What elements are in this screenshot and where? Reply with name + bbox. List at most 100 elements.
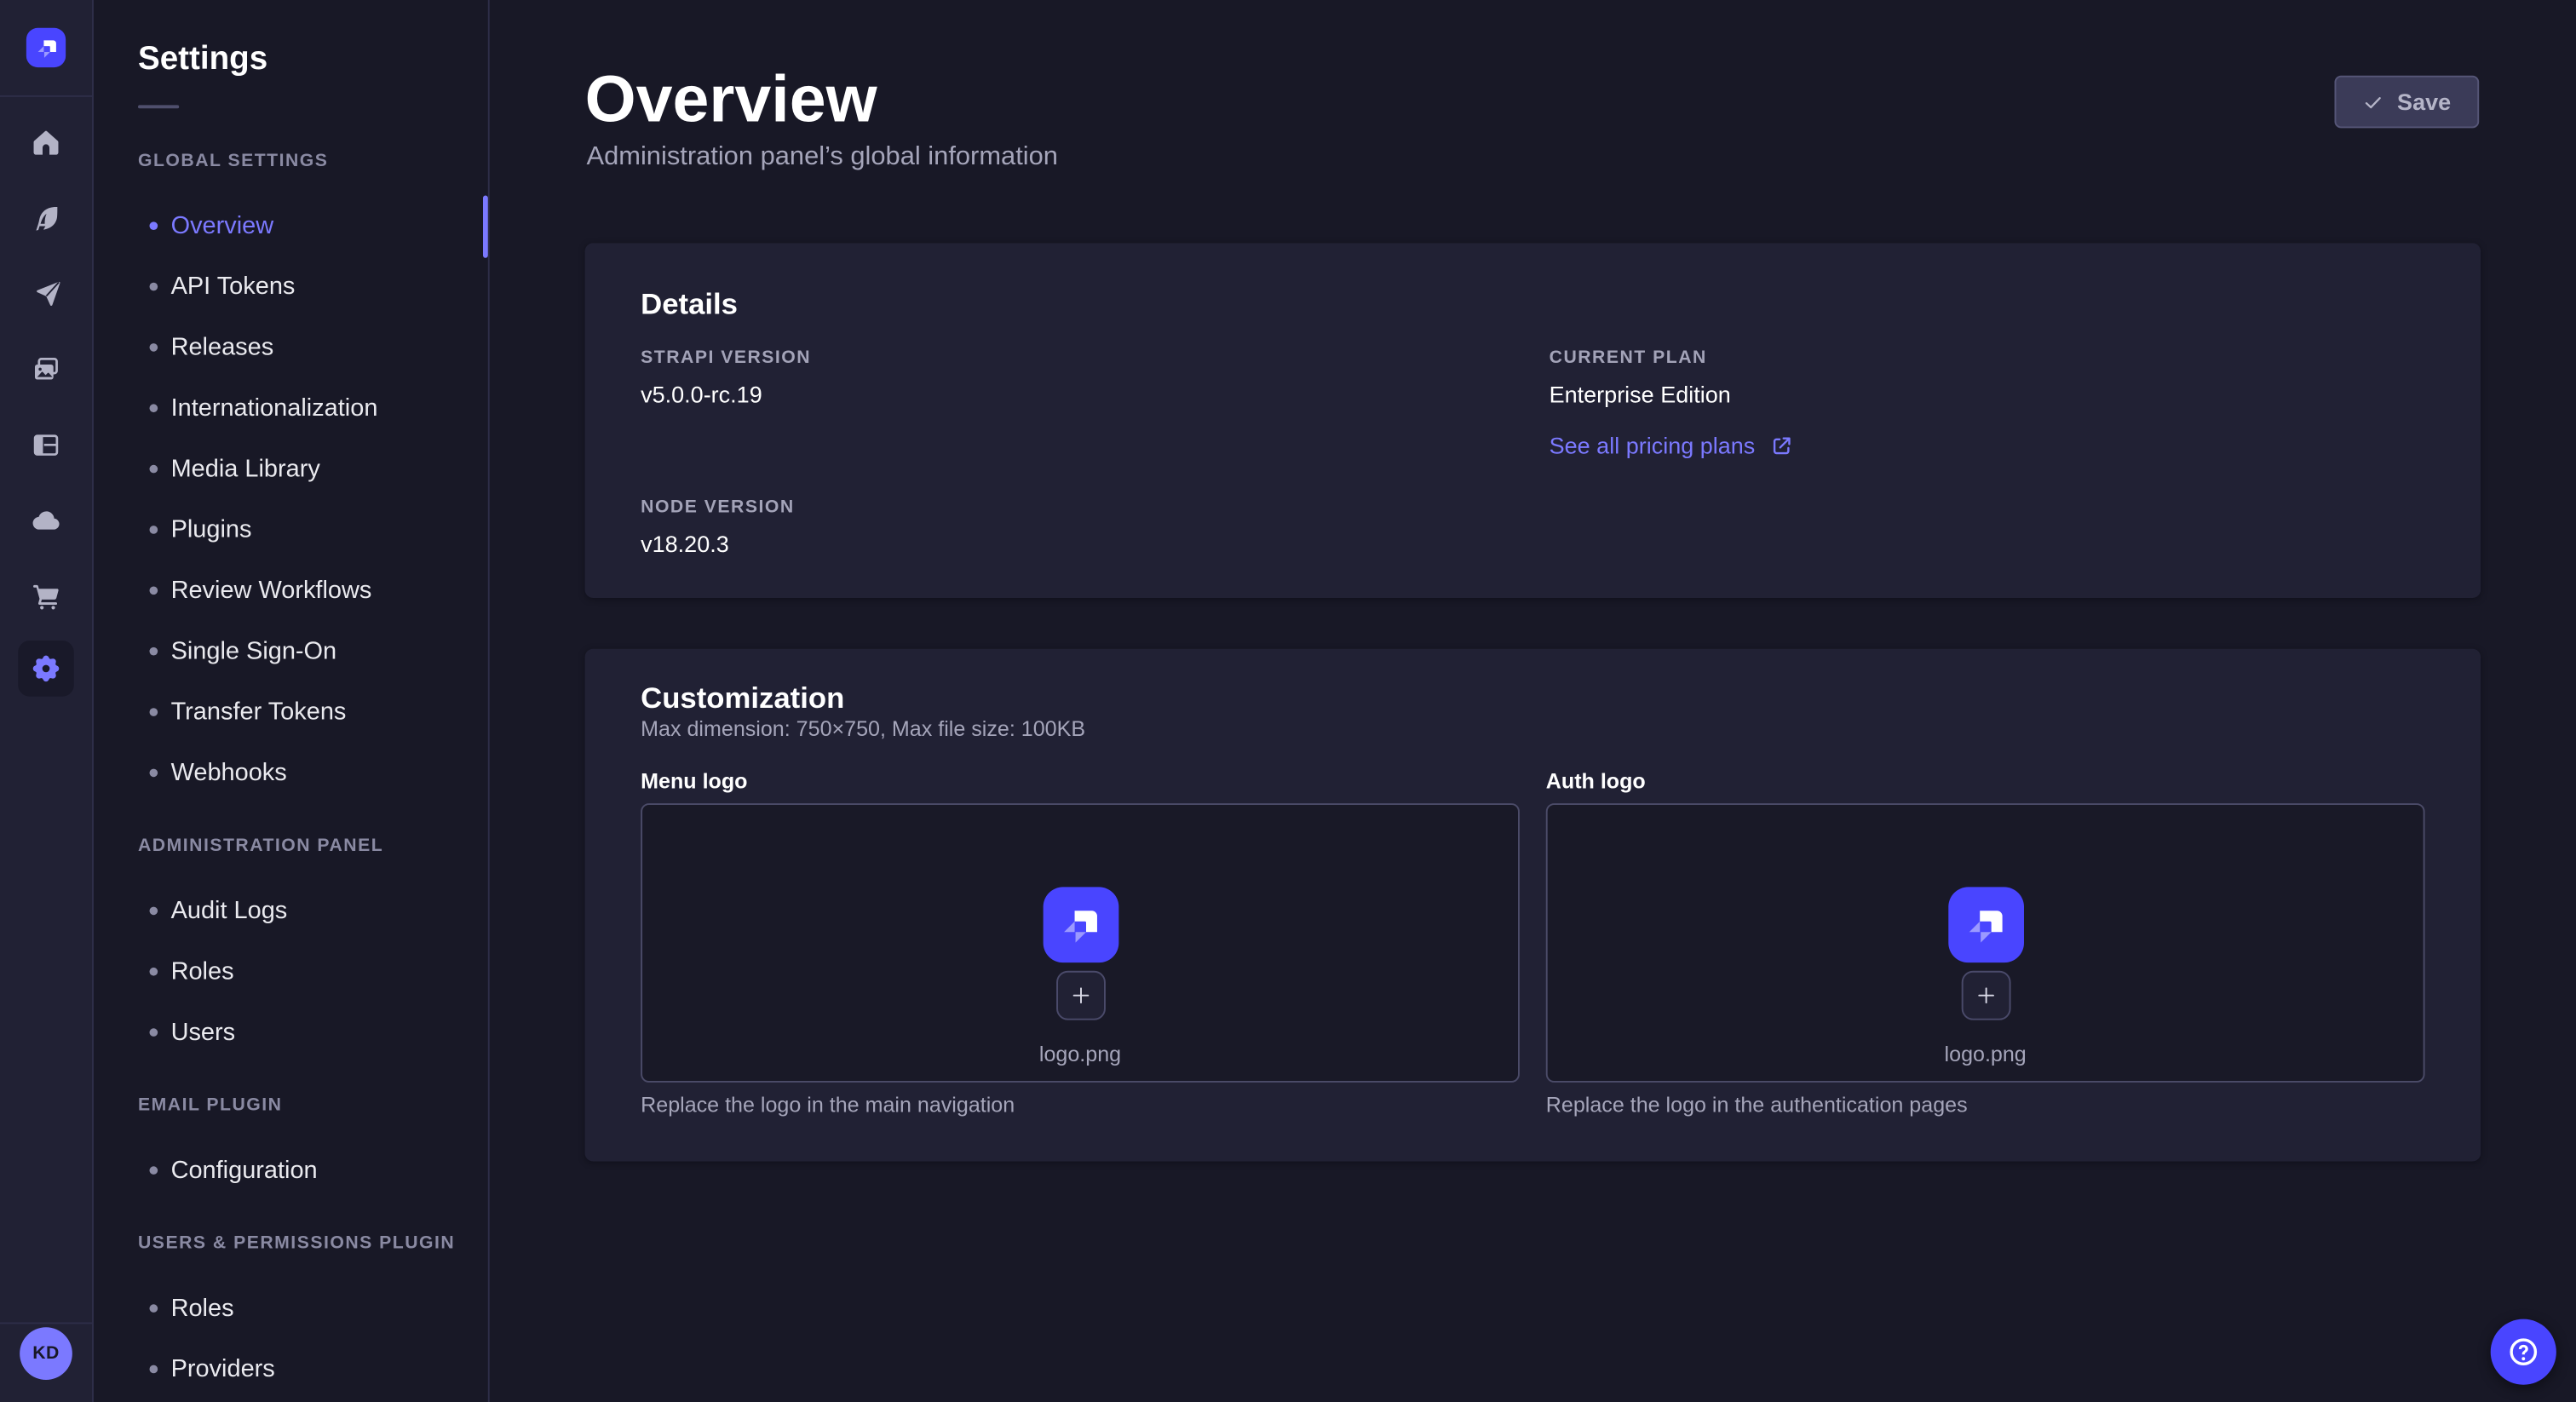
rail-item-content-feather[interactable] — [0, 181, 92, 256]
rail-item-marketplace-cart[interactable] — [0, 559, 92, 635]
subnav-item-internationalization[interactable]: Internationalization — [94, 378, 488, 439]
plus-icon — [1972, 982, 1998, 1008]
add-logo-button[interactable] — [1055, 971, 1105, 1020]
subnav-section-header: ADMINISTRATION PANEL — [138, 835, 488, 858]
pricing-plans-link[interactable]: See all pricing plans — [1550, 432, 1795, 460]
subnav-item-label: Review Workflows — [171, 577, 372, 605]
subnav-item-label: Internationalization — [171, 394, 378, 422]
help-button[interactable] — [2491, 1319, 2556, 1385]
details-card: Details STRAPI VERSION v5.0.0-rc.19 CURR… — [585, 243, 2481, 598]
subnav-section: USERS & PERMISSIONS PLUGIN Roles Providers — [94, 1232, 488, 1399]
add-logo-button[interactable] — [1961, 971, 2010, 1020]
active-item-indicator — [483, 195, 488, 257]
subnav-title: Settings — [138, 41, 488, 78]
current-plan-value: Enterprise Edition — [1550, 381, 1731, 409]
page-subtitle: Administration panel’s global informatio… — [586, 145, 1057, 171]
subnav-item-label: API Tokens — [171, 273, 296, 301]
rail-item-content-type-layout[interactable] — [0, 407, 92, 483]
subnav-item-api-tokens[interactable]: API Tokens — [94, 256, 488, 317]
subnav-item-label: Single Sign-On — [171, 637, 337, 665]
current-plan-field: CURRENT PLAN Enterprise Edition — [1550, 348, 1731, 409]
subnav-item-transfer-tokens[interactable]: Transfer Tokens — [94, 681, 488, 742]
subnav-item-configuration[interactable]: Configuration — [94, 1140, 488, 1200]
subnav-item-label: Providers — [171, 1355, 275, 1383]
deploy-cloud-icon — [30, 504, 63, 537]
rail-item-media-library[interactable] — [0, 332, 92, 408]
subnav-item-users[interactable]: Users — [94, 1002, 488, 1062]
strapi-upload-logo-icon — [1960, 899, 2011, 951]
settings-subnav: Settings GLOBAL SETTINGS Overview API Toke… — [94, 0, 490, 1402]
strapi-upload-logo-icon — [1055, 899, 1106, 951]
subnav-sections: GLOBAL SETTINGS Overview API Tokens Release… — [94, 149, 488, 1399]
customization-card: Customization Max dimension: 750×750, Ma… — [585, 649, 2481, 1162]
subnav-item-plugins[interactable]: Plugins — [94, 499, 488, 560]
logo-filename: logo.png — [1039, 1042, 1121, 1068]
subnav-section: EMAIL PLUGIN Configuration — [94, 1094, 488, 1200]
pricing-plans-link-label: See all pricing plans — [1550, 432, 1756, 460]
upload-dropzone[interactable]: logo.png — [1546, 803, 2425, 1083]
subnav-item-audit-logs[interactable]: Audit Logs — [94, 881, 488, 941]
release-send-icon — [30, 278, 63, 311]
subnav-section-header: USERS & PERMISSIONS PLUGIN — [138, 1232, 488, 1255]
subnav-item-label: Audit Logs — [171, 897, 288, 925]
subnav-item-review-workflows[interactable]: Review Workflows — [94, 560, 488, 621]
upload-label: Menu logo — [641, 769, 1520, 796]
node-version-field: NODE VERSION v18.20.3 — [641, 497, 795, 558]
customization-heading: Customization — [641, 680, 844, 715]
rail-item-settings-active[interactable] — [18, 641, 74, 697]
rail-divider-bottom — [0, 1322, 92, 1324]
plus-icon — [1067, 982, 1094, 1008]
details-heading: Details — [641, 286, 738, 322]
subnav-title-divider — [138, 105, 179, 108]
subnav-item-roles[interactable]: Roles — [94, 1278, 488, 1338]
uploaded-logo-preview — [1043, 887, 1118, 962]
subnav-item-label: Plugins — [171, 516, 252, 544]
rail-item-home[interactable] — [0, 105, 92, 181]
save-button-label: Save — [2397, 89, 2451, 115]
upload-label: Auth logo — [1546, 769, 2425, 796]
uploaded-logo-preview — [1947, 887, 2023, 962]
subnav-item-webhooks[interactable]: Webhooks — [94, 743, 488, 803]
subnav-item-releases[interactable]: Releases — [94, 317, 488, 377]
current-plan-label: CURRENT PLAN — [1550, 348, 1731, 370]
avatar[interactable]: KD — [20, 1327, 72, 1380]
question-icon — [2505, 1334, 2541, 1370]
subnav-item-providers[interactable]: Providers — [94, 1339, 488, 1399]
rail-item-deploy-cloud[interactable] — [0, 483, 92, 559]
subnav-item-label: Users — [171, 1019, 236, 1047]
strapi-logo-icon[interactable] — [26, 28, 66, 67]
node-version-value: v18.20.3 — [641, 531, 795, 559]
subnav-section: ADMINISTRATION PANEL Audit Logs Roles Users — [94, 835, 488, 1063]
logo-upload-menu-logo: Menu logo logo.png Replace the logo in the… — [641, 769, 1520, 1119]
subnav-item-overview[interactable]: Overview — [94, 195, 488, 256]
strapi-version-value: v5.0.0-rc.19 — [641, 381, 811, 409]
subnav-item-label: Overview — [171, 212, 274, 240]
strapi-mark — [32, 34, 60, 62]
strapi-admin-window: KD Settings GLOBAL SETTINGS Overview API T… — [0, 0, 2576, 1402]
upload-caption: Replace the logo in the main navigation — [641, 1092, 1520, 1118]
subnav-item-label: Media Library — [171, 455, 320, 483]
subnav-item-label: Webhooks — [171, 759, 287, 787]
customization-subtitle: Max dimension: 750×750, Max file size: 1… — [641, 716, 1085, 743]
rail-item-release-send[interactable] — [0, 256, 92, 332]
subnav-item-single-sign-on[interactable]: Single Sign-On — [94, 621, 488, 681]
upload-caption: Replace the logo in the authentication p… — [1546, 1092, 2425, 1118]
rail-divider — [0, 95, 92, 97]
upload-dropzone[interactable]: logo.png — [641, 803, 1520, 1083]
subnav-section-header: EMAIL PLUGIN — [138, 1094, 488, 1117]
marketplace-cart-icon — [30, 580, 63, 613]
home-icon — [30, 126, 63, 159]
subnav-section-header: GLOBAL SETTINGS — [138, 149, 488, 172]
save-button[interactable]: Save — [2334, 76, 2479, 129]
settings-gear-icon — [30, 652, 63, 686]
check-icon — [2363, 91, 2384, 112]
subnav-item-label: Roles — [171, 957, 234, 985]
external-link-icon — [1770, 434, 1795, 458]
logo-uploads-row: Menu logo logo.png Replace the logo in the… — [641, 769, 2424, 1119]
logo-filename: logo.png — [1945, 1042, 2027, 1068]
subnav-item-roles[interactable]: Roles — [94, 941, 488, 1002]
main-nav-rail: KD — [0, 0, 94, 1402]
subnav-item-media-library[interactable]: Media Library — [94, 439, 488, 499]
media-library-icon — [30, 353, 63, 387]
node-version-label: NODE VERSION — [641, 497, 795, 519]
